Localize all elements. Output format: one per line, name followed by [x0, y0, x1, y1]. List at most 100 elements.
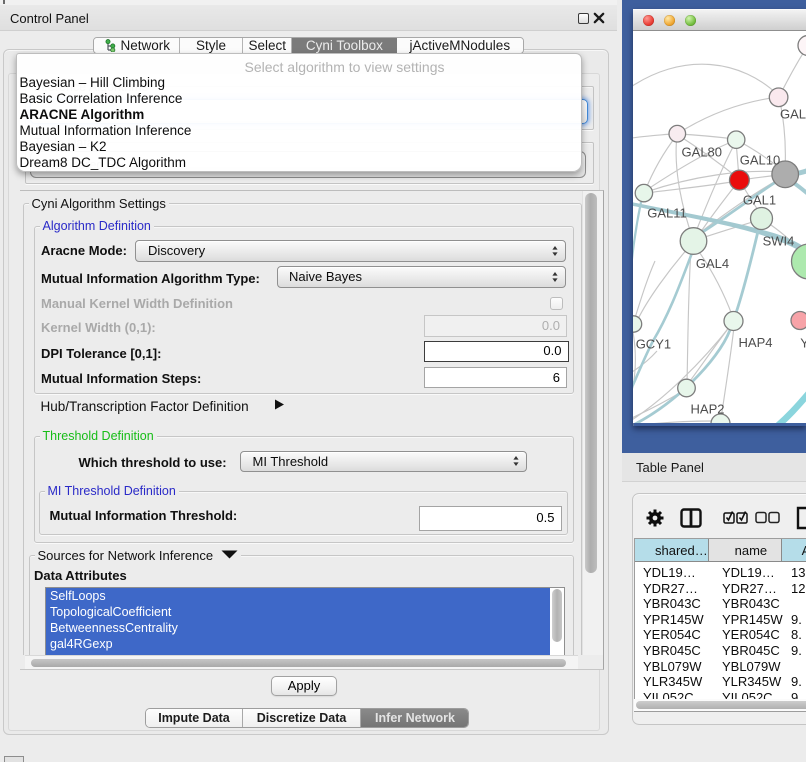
table-row[interactable]: YLR345WYLR345W9. [635, 674, 806, 690]
network-edge-thick [633, 202, 641, 293]
horizontal-scrollbar[interactable] [25, 655, 578, 669]
tab-cyni-toolbox[interactable]: Cyni Toolbox [292, 38, 397, 53]
kernel-width-field[interactable]: 0.0 [424, 315, 567, 337]
splitter-tick [3, 0, 5, 4]
close-x-glyph [592, 11, 606, 25]
new-table-icon[interactable] [796, 506, 806, 530]
icon-shape [513, 456, 518, 466]
network-graph: GALGAL80GAL10GAL1GAL11SWI4GAL4HAP4YGCY1H… [633, 31, 806, 423]
column-header[interactable]: name [709, 539, 782, 561]
network-canvas[interactable]: GALGAL80GAL10GAL1GAL11SWI4GAL4HAP4YGCY1H… [633, 31, 806, 423]
vertical-scrollbar[interactable] [582, 191, 603, 655]
list-scrollbar[interactable] [550, 588, 564, 655]
tab-network[interactable]: Network [94, 38, 180, 53]
network-node-GCY1[interactable] [633, 316, 642, 332]
minimized-panel-icon[interactable] [4, 756, 24, 762]
network-node-green[interactable] [792, 244, 806, 279]
table-row[interactable]: YER054CYER054C8. [635, 627, 806, 643]
network-node-corner[interactable] [798, 36, 806, 56]
select-all-columns-icon[interactable] [723, 510, 749, 525]
table-cell: YDR27… [710, 581, 786, 597]
column-header[interactable]: A [782, 539, 806, 561]
table-cell: YBR043C [710, 596, 786, 612]
table-cell: 12 [786, 581, 806, 597]
mi-steps-field[interactable]: 6 [424, 367, 567, 388]
network-node-GAL1[interactable] [730, 170, 750, 190]
icon-shape [275, 400, 284, 410]
table-row[interactable]: YDR27…YDR27…12 [635, 581, 806, 597]
table-row[interactable]: YPR145WYPR145W9. [635, 612, 806, 628]
network-node-SWI4[interactable] [751, 208, 773, 230]
mi-threshold-field[interactable]: 0.5 [419, 506, 562, 531]
dropdown-item[interactable]: Mutual Information Inference [20, 123, 580, 139]
horizontal-scrollbar-thumb[interactable] [31, 659, 566, 668]
network-node-GAL10[interactable] [728, 131, 745, 148]
attribute-list-item[interactable]: TopologicalCoefficient [46, 604, 564, 620]
table-cell: YBL079W [635, 659, 710, 675]
tab-infer-network[interactable]: Infer Network [361, 709, 469, 727]
icon-shape [653, 516, 658, 521]
unselect-all-columns-icon[interactable] [755, 511, 780, 524]
control-panel-title: Control Panel [10, 11, 89, 26]
network-node-Y[interactable] [791, 312, 806, 330]
float-window-icon[interactable] [578, 13, 589, 24]
network-node-GAL11[interactable] [635, 184, 652, 201]
column-header[interactable]: shared… [635, 539, 709, 561]
aracne-mode-combobox[interactable]: Discovery [135, 240, 567, 262]
network-edge [633, 64, 778, 95]
network-node-label: HAP2 [691, 402, 725, 417]
window-minimize-traffic-light[interactable] [664, 15, 675, 26]
dropdown-item[interactable]: Basic Correlation Inference [20, 91, 580, 107]
table-row[interactable]: YDL19…YDL19…13 [635, 565, 806, 581]
apply-button[interactable]: Apply [271, 676, 337, 696]
which-threshold-combobox[interactable]: MI Threshold [240, 451, 527, 473]
list-scrollbar-thumb[interactable] [552, 589, 563, 642]
dropdown-item[interactable]: Bayesian – K2 [20, 139, 580, 155]
dropdown-item[interactable]: Bayesian – Hill Climbing [20, 75, 580, 91]
tab-select[interactable]: Select [243, 38, 292, 53]
network-node-GAL4[interactable] [680, 228, 707, 255]
network-node-label: GAL10 [740, 153, 780, 168]
table-row[interactable]: YBL079WYBL079W [635, 659, 806, 675]
network-node-label: Y [800, 336, 806, 351]
table-cell: YER054C [635, 627, 710, 643]
table-hscroll-thumb[interactable] [636, 701, 806, 709]
data-attributes-list[interactable]: SelfLoopsTopologicalCoefficientBetweenne… [45, 587, 565, 655]
cyni-algorithm-settings-title: Cyni Algorithm Settings [29, 196, 169, 211]
network-window-titlebar[interactable] [633, 9, 806, 31]
network-node-GALtop[interactable] [769, 88, 788, 107]
tab-jactivemnodules[interactable]: jActiveMNodules [397, 38, 523, 53]
table-cell: 9. [786, 612, 806, 628]
gear-icon[interactable] [645, 508, 665, 528]
table-horizontal-scrollbar[interactable] [634, 699, 806, 711]
network-node-GAL80[interactable] [669, 125, 686, 142]
dpi-tolerance-field[interactable]: 0.0 [424, 341, 569, 363]
tab-discretize-data[interactable]: Discretize Data [243, 709, 361, 727]
network-node-HAP4[interactable] [724, 312, 743, 331]
table-row[interactable]: YBR043CYBR043C [635, 596, 806, 612]
window-close-traffic-light[interactable] [643, 15, 654, 26]
mi-type-combobox[interactable]: Naive Bayes [277, 266, 566, 288]
split-panel-icon[interactable] [680, 508, 702, 528]
settings-viewport: Cyni Algorithm Settings Algorithm Defini… [20, 191, 582, 655]
table-cell: YLR345W [710, 674, 786, 690]
dropdown-item[interactable]: Dream8 DC_TDC Algorithm [20, 155, 580, 171]
window-zoom-traffic-light[interactable] [685, 15, 696, 26]
expand-arrow-icon[interactable] [274, 399, 285, 410]
network-node-HAP2[interactable] [678, 379, 696, 397]
tab-impute-data[interactable]: Impute Data [146, 709, 243, 727]
table-row[interactable]: YBR045CYBR045C9. [635, 643, 806, 659]
vertical-scrollbar-thumb[interactable] [585, 193, 597, 573]
manual-kernel-checkbox[interactable] [550, 297, 563, 310]
attribute-list-item[interactable]: SelfLoops [46, 588, 564, 604]
attribute-list-item[interactable]: BetweennessCentrality [46, 620, 564, 636]
close-icon[interactable] [592, 11, 606, 25]
collapse-arrow-icon[interactable] [221, 550, 238, 559]
dropdown-item[interactable]: ARACNE Algorithm [20, 107, 580, 123]
network-node-label: GAL11 [647, 206, 687, 221]
tab-style[interactable]: Style [180, 38, 244, 53]
tab-style-label: Style [196, 38, 226, 53]
mi-steps-label: Mutual Information Steps: [41, 371, 201, 386]
table-cell [786, 596, 806, 612]
attribute-list-item[interactable]: gal4RGexp [46, 636, 564, 652]
